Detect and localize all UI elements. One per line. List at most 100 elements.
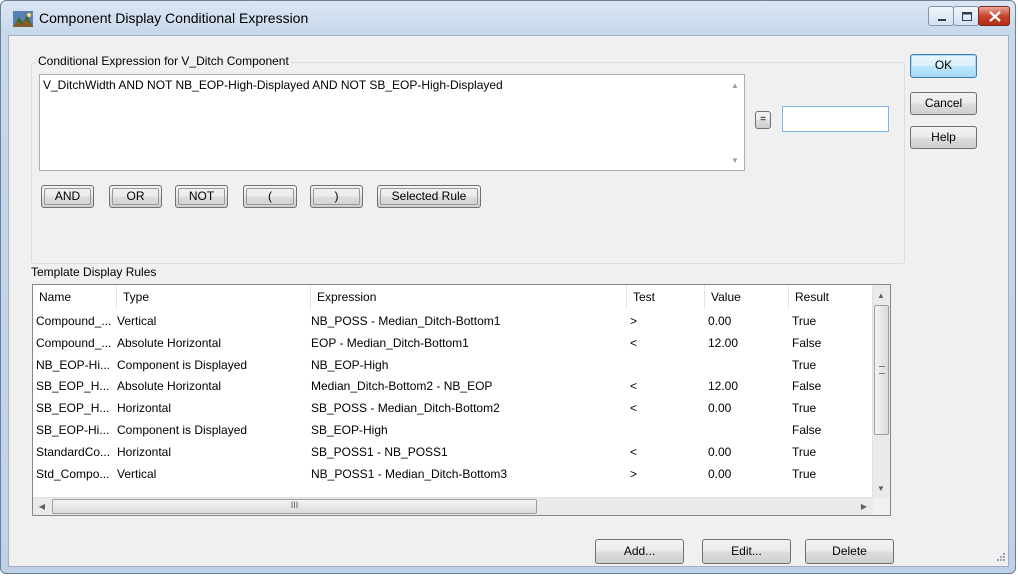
scroll-up-icon[interactable]: ▲ (873, 287, 889, 303)
cell-value: 0.00 (708, 466, 732, 481)
minimize-button[interactable] (928, 6, 954, 26)
cell-expression: NB_POSS1 - Median_Ditch-Bottom3 (311, 466, 508, 481)
cell-name: SB_EOP_H... (36, 379, 110, 394)
cell-type: Absolute Horizontal (117, 379, 222, 394)
cell-result: False (792, 335, 822, 350)
cell-type: Component is Displayed (117, 357, 248, 372)
cell-result: True (792, 357, 817, 372)
expression-group-label: Conditional Expression for V_Ditch Compo… (36, 54, 291, 68)
scroll-corner (873, 498, 890, 515)
cell-result: True (792, 401, 817, 416)
cell-type: Absolute Horizontal (117, 335, 222, 350)
horizontal-scrollbar[interactable]: ◀ III ▶ (33, 497, 873, 515)
table-header: Name Type Expression Test Value Result (33, 285, 873, 309)
title-bar[interactable]: Component Display Conditional Expression (1, 1, 1015, 35)
table-row[interactable]: SB_EOP_H... Absolute Horizontal Median_Dit… (33, 375, 873, 397)
cell-type: Horizontal (117, 401, 172, 416)
cell-expression: NB_EOP-High (311, 357, 389, 372)
minimize-icon (938, 19, 946, 21)
cell-test: < (630, 379, 638, 394)
maximize-button[interactable] (953, 6, 979, 26)
vertical-scrollbar[interactable]: ▲ ▼ (872, 285, 890, 498)
cell-test: < (630, 401, 638, 416)
cell-result: True (792, 466, 817, 481)
grip-icon (879, 366, 885, 374)
table-row[interactable]: SB_EOP_H... Horizontal SB_POSS - Median_Di… (33, 397, 873, 419)
cell-expression: SB_POSS1 - NB_POSS1 (311, 444, 448, 459)
cell-value: 12.00 (708, 335, 739, 350)
ok-button[interactable]: OK (910, 54, 977, 78)
scroll-left-icon[interactable]: ◀ (34, 498, 50, 514)
table-row[interactable]: NB_EOP-Hi... Component is Displayed NB_EOP… (33, 354, 873, 376)
dialog-client-area: Conditional Expression for V_Ditch Compo… (8, 35, 1009, 567)
cancel-button[interactable]: Cancel (910, 92, 977, 115)
cell-type: Horizontal (117, 444, 172, 459)
not-button[interactable]: NOT (175, 185, 228, 208)
table-row[interactable]: Compound_... Vertical NB_POSS - Median_Dit… (33, 310, 873, 332)
cell-test: > (630, 314, 638, 328)
add-button[interactable]: Add... (595, 539, 684, 564)
table-row[interactable]: StandardCo... Horizontal SB_POSS1 - NB_POS… (33, 441, 873, 463)
cell-expression: EOP - Median_Ditch-Bottom1 (311, 335, 469, 350)
selected-rule-button[interactable]: Selected Rule (377, 185, 481, 208)
column-header-name[interactable]: Name (33, 285, 117, 309)
window-title: Component Display Conditional Expression (39, 10, 309, 26)
cell-name: Compound_... (36, 335, 112, 350)
vertical-scroll-thumb[interactable] (874, 305, 889, 435)
help-button[interactable]: Help (910, 126, 977, 149)
cell-value: 0.00 (708, 444, 732, 459)
cell-type: Vertical (117, 314, 157, 328)
close-button[interactable] (978, 6, 1010, 26)
and-button[interactable]: AND (41, 185, 94, 208)
cell-expression: Median_Ditch-Bottom2 - NB_EOP (311, 379, 493, 394)
cell-name: SB_EOP-Hi... (36, 423, 110, 437)
cell-result: False (792, 379, 822, 394)
cell-result: False (792, 423, 822, 437)
cell-test: < (630, 444, 638, 459)
rules-table[interactable]: Name Type Expression Test Value Result C… (32, 284, 891, 516)
column-header-value[interactable]: Value (705, 285, 789, 309)
column-header-expression[interactable]: Expression (311, 285, 627, 309)
cell-name: SB_EOP_H... (36, 401, 110, 416)
table-row[interactable]: Compound_... Absolute Horizontal EOP - Med… (33, 332, 873, 354)
scroll-up-icon[interactable]: ▲ (727, 77, 743, 93)
cell-expression: NB_POSS - Median_Ditch-Bottom1 (311, 314, 501, 328)
expression-text: V_DitchWidth AND NOT NB_EOP-High-Display… (43, 78, 503, 92)
scroll-right-icon[interactable]: ▶ (856, 498, 872, 514)
expression-scrollbar[interactable]: ▲ ▼ (727, 75, 744, 170)
column-header-test[interactable]: Test (627, 285, 705, 309)
scroll-down-icon[interactable]: ▼ (727, 152, 743, 168)
table-row[interactable]: SB_EOP-Hi... Component is Displayed SB_EOP… (33, 419, 873, 441)
expression-textarea[interactable]: V_DitchWidth AND NOT NB_EOP-High-Display… (39, 74, 745, 171)
or-button[interactable]: OR (109, 185, 162, 208)
column-header-type[interactable]: Type (117, 285, 311, 309)
resize-grip-icon[interactable] (994, 552, 1006, 564)
maximize-icon (962, 12, 972, 21)
cell-test: > (630, 466, 638, 481)
cell-expression: SB_EOP-High (311, 423, 388, 437)
open-paren-button[interactable]: ( (243, 185, 297, 208)
equals-button[interactable]: = (755, 111, 771, 129)
cell-test: < (630, 335, 638, 350)
table-row[interactable]: Std_Compo... Vertical NB_POSS1 - Median_Di… (33, 463, 873, 485)
horizontal-scroll-thumb[interactable]: III (52, 499, 537, 514)
cell-result: True (792, 444, 817, 459)
app-landscape-icon (13, 11, 33, 27)
close-icon (989, 11, 1001, 22)
cell-type: Component is Displayed (117, 423, 248, 437)
cell-type: Vertical (117, 466, 157, 481)
cell-name: StandardCo... (36, 444, 111, 459)
cell-name: NB_EOP-Hi... (36, 357, 111, 372)
close-paren-button[interactable]: ) (310, 185, 363, 208)
column-header-result[interactable]: Result (789, 285, 873, 309)
rules-label: Template Display Rules (31, 265, 157, 279)
scroll-down-icon[interactable]: ▼ (873, 480, 889, 496)
cell-value: 0.00 (708, 401, 732, 416)
edit-button[interactable]: Edit... (702, 539, 791, 564)
cell-result: True (792, 314, 817, 328)
delete-button[interactable]: Delete (805, 539, 894, 564)
dialog-window: Component Display Conditional Expression… (0, 0, 1016, 574)
cell-value: 0.00 (708, 314, 732, 328)
result-field[interactable] (782, 106, 889, 132)
cell-name: Compound_... (36, 314, 112, 328)
